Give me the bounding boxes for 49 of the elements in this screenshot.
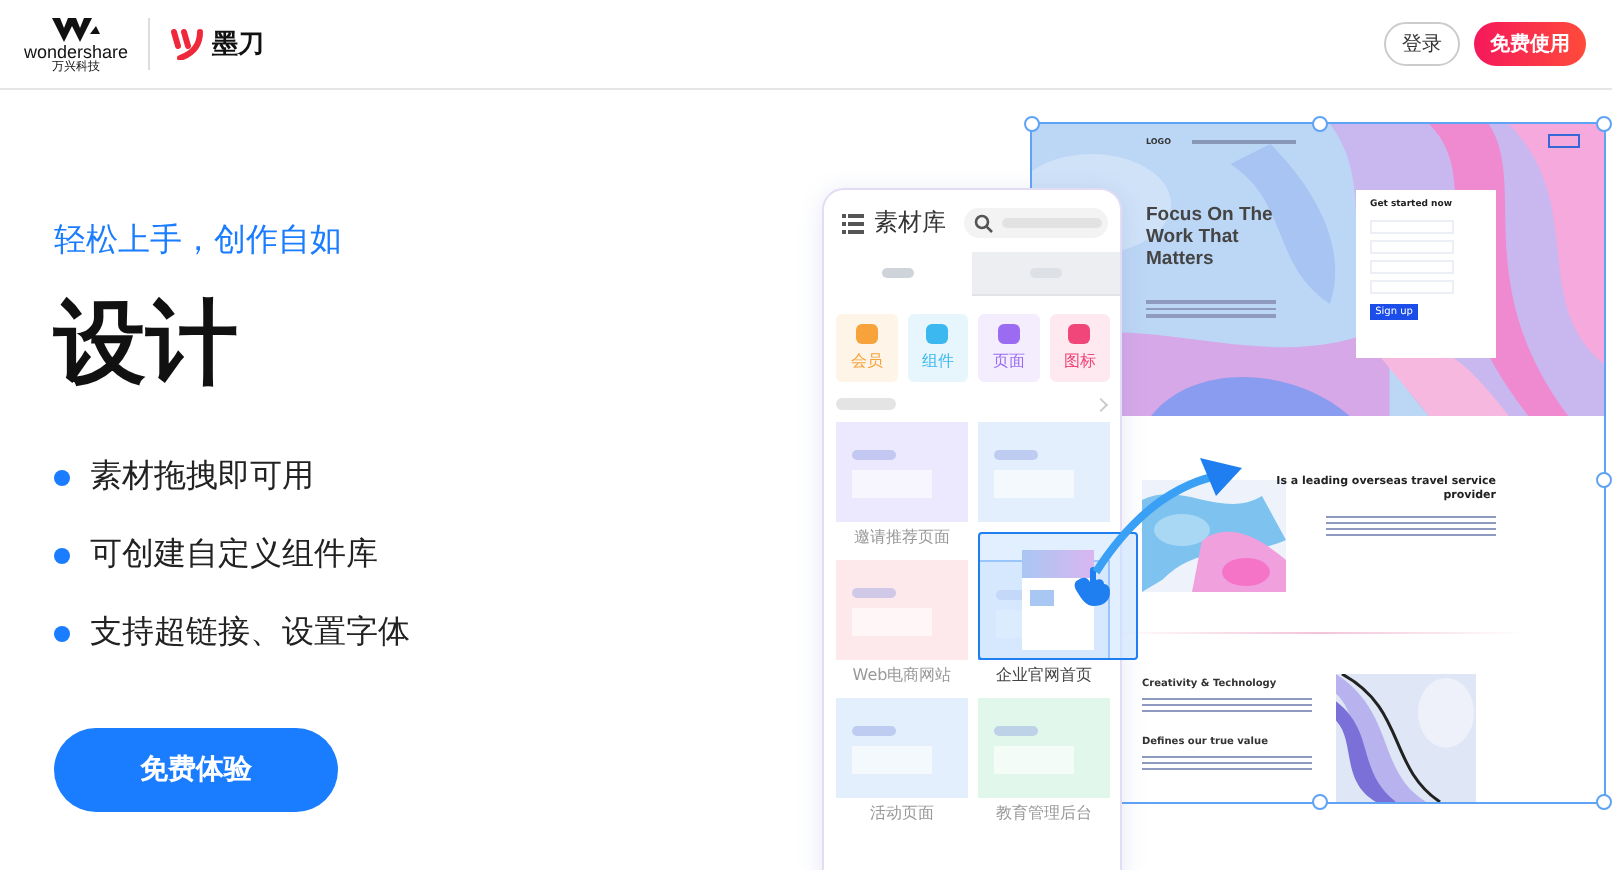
resize-handle[interactable] bbox=[1596, 472, 1612, 488]
panel-title: 素材库 bbox=[874, 206, 946, 240]
template-label: 教育管理后台 bbox=[996, 802, 1092, 824]
list-icon[interactable] bbox=[842, 213, 864, 233]
resize-handle[interactable] bbox=[1596, 794, 1612, 810]
bullet-icon bbox=[54, 547, 70, 563]
category-tile[interactable]: 会员 bbox=[836, 314, 897, 382]
site-headline: Focus On The Work That Matters bbox=[1146, 204, 1275, 270]
category-tile[interactable]: 图标 bbox=[1049, 314, 1110, 382]
category-tile[interactable]: 页面 bbox=[978, 314, 1039, 382]
signup-button[interactable]: 免费使用 bbox=[1474, 22, 1586, 66]
category-label: 页面 bbox=[992, 350, 1025, 372]
tagline: 轻松上手，创作自如 bbox=[54, 220, 344, 262]
template-thumbnail[interactable] bbox=[978, 698, 1110, 798]
login-button[interactable]: 登录 bbox=[1384, 22, 1460, 66]
category-label: 图标 bbox=[1063, 350, 1096, 372]
bullet-icon bbox=[54, 469, 70, 485]
hero-title: 设计 bbox=[54, 286, 240, 398]
resize-handle[interactable] bbox=[1312, 116, 1328, 132]
dragged-template[interactable] bbox=[978, 532, 1138, 660]
resize-handle[interactable] bbox=[1312, 794, 1328, 810]
section-placeholder bbox=[836, 398, 896, 410]
paragraph-lines bbox=[1146, 300, 1276, 317]
category-label: 会员 bbox=[850, 350, 883, 372]
logo-icon bbox=[50, 15, 103, 43]
try-free-button[interactable]: 免费体验 bbox=[54, 728, 338, 812]
template-thumbnail[interactable] bbox=[836, 422, 968, 522]
template-thumbnail[interactable] bbox=[978, 422, 1110, 522]
template-thumbnail[interactable] bbox=[836, 560, 968, 660]
nav-links bbox=[1191, 139, 1295, 143]
hand-cursor-icon bbox=[1070, 564, 1114, 608]
category-tile[interactable]: 组件 bbox=[907, 314, 968, 382]
feature-text: 支持超链接、设置字体 bbox=[90, 612, 410, 654]
search-icon bbox=[974, 213, 994, 233]
product-name: 墨刀 bbox=[212, 28, 265, 62]
template-label: Web电商网站 bbox=[852, 664, 952, 686]
search-field[interactable] bbox=[964, 208, 1108, 238]
category-label: 组件 bbox=[921, 350, 954, 372]
template-thumbnail[interactable] bbox=[836, 698, 968, 798]
resize-handle[interactable] bbox=[1024, 116, 1040, 132]
template-label: 邀请推荐页面 bbox=[854, 526, 950, 548]
feature-text: 素材拖拽即可用 bbox=[90, 456, 314, 498]
template-label: 活动页面 bbox=[870, 802, 934, 824]
bullet-icon bbox=[54, 625, 70, 641]
template-label: 企业官网首页 bbox=[996, 664, 1092, 686]
brand-name: wondershare bbox=[24, 43, 129, 61]
logo-icon bbox=[170, 28, 207, 60]
resize-handle[interactable] bbox=[1596, 116, 1612, 132]
feature-text: 可创建自定义组件库 bbox=[90, 534, 378, 576]
